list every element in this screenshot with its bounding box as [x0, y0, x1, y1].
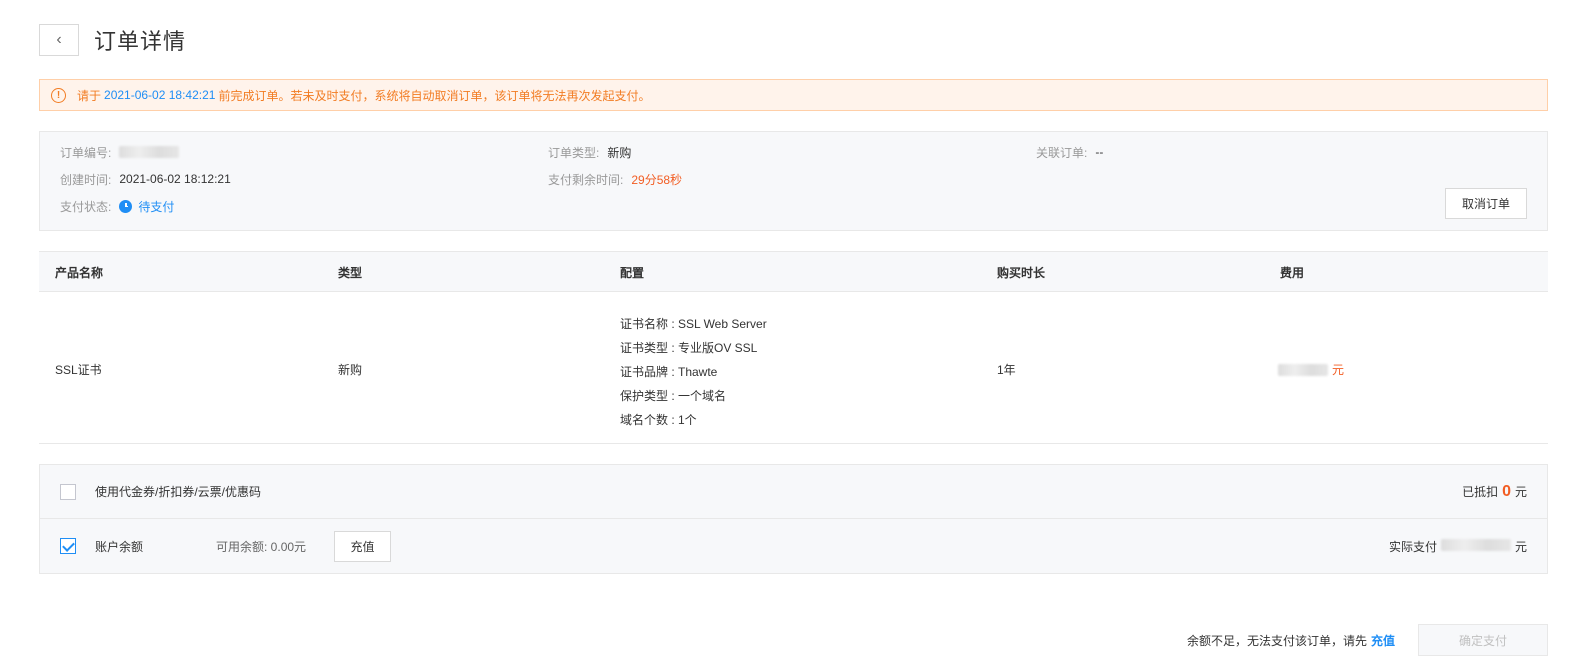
chevron-left-icon: ‹	[56, 31, 62, 48]
config-line: 证书品牌 : Thawte	[620, 365, 718, 379]
cost-redacted	[1278, 363, 1328, 376]
coupon-label: 使用代金券/折扣券/云票/优惠码	[95, 485, 262, 499]
created-row: 创建时间: 2021-06-02 18:12:21	[60, 171, 231, 187]
remaining-label: 支付剩余时间:	[548, 172, 624, 187]
type-label: 订单类型:	[548, 145, 600, 160]
header-type: 类型	[338, 266, 363, 280]
actual-redacted	[1440, 538, 1511, 551]
cancel-order-button[interactable]: 取消订单	[1445, 188, 1527, 219]
product-config: 证书名称 : SSL Web Server 证书类型 : 专业版OV SSL 证…	[620, 312, 767, 432]
order-no-label: 订单编号:	[60, 145, 112, 160]
back-button[interactable]: ‹	[39, 24, 79, 56]
recharge-link[interactable]: 充值	[1371, 632, 1395, 649]
type-row: 订单类型: 新购	[548, 144, 631, 160]
coupon-checkbox[interactable]	[60, 483, 76, 500]
insufficient-balance-message: 余额不足，无法支付该订单，请先	[1186, 633, 1367, 648]
recharge-button[interactable]: 充值	[334, 530, 392, 562]
header-config: 配置	[620, 266, 645, 280]
order-info-panel: 订单编号: 创建时间: 2021-06-02 18:12:21 支付状态: 待支…	[39, 131, 1548, 231]
payment-deadline-notice: ! 请于 2021-06-02 18:42:21 前完成订单。若未及时支付，系统…	[39, 79, 1548, 111]
available-balance: 可用余额: 0.00元	[216, 539, 307, 554]
config-line: 证书名称 : SSL Web Server	[620, 317, 767, 331]
actual-prefix: 实际支付	[1388, 539, 1437, 554]
product-name: SSL证书	[55, 363, 102, 377]
notice-deadline: 2021-06-02 18:42:21	[104, 88, 216, 102]
deducted-value: 0	[1502, 482, 1511, 500]
warning-icon: !	[51, 87, 66, 103]
status-row: 支付状态: 待支付	[60, 198, 174, 214]
page-title: 订单详情	[94, 29, 187, 54]
created-value: 2021-06-02 18:12:21	[119, 172, 231, 186]
notice-suffix: 前完成订单。若未及时支付，系统将自动取消订单，该订单将无法再次发起支付。	[218, 88, 651, 103]
product-cost: 元	[1278, 361, 1344, 378]
related-label: 关联订单:	[1036, 145, 1088, 160]
status-value: 待支付	[138, 199, 175, 214]
deducted-unit: 元	[1514, 484, 1527, 499]
balance-label: 账户余额	[95, 539, 144, 554]
table-row: SSL证书 新购 证书名称 : SSL Web Server 证书类型 : 专业…	[39, 292, 1548, 444]
cost-unit: 元	[1332, 363, 1345, 377]
header-cost: 费用	[1280, 266, 1305, 280]
actual-unit: 元	[1514, 539, 1527, 554]
order-no-redacted	[119, 146, 180, 158]
page-header: ‹ 订单详情	[39, 24, 186, 56]
remaining-row: 支付剩余时间: 29分58秒	[548, 171, 682, 187]
product-duration: 1年	[997, 363, 1016, 377]
header-product: 产品名称	[55, 266, 104, 280]
order-no-row: 订单编号:	[60, 144, 180, 160]
config-line: 保护类型 : 一个域名	[620, 389, 727, 403]
product-type: 新购	[338, 363, 363, 377]
related-value: --	[1095, 145, 1104, 159]
confirm-pay-button[interactable]: 确定支付	[1418, 624, 1548, 656]
remaining-countdown: 29分58秒	[631, 172, 683, 187]
actual-pay-summary: 实际支付 元	[1389, 538, 1527, 555]
coupon-row: 使用代金券/折扣券/云票/优惠码 已抵扣 0 元	[40, 465, 1547, 519]
header-duration: 购买时长	[997, 266, 1046, 280]
related-row: 关联订单: --	[1036, 144, 1103, 160]
footer-bar: 余额不足，无法支付该订单，请先 充值 确定支付	[1187, 624, 1548, 656]
payment-panel: 使用代金券/折扣券/云票/优惠码 已抵扣 0 元 账户余额 可用余额: 0.00…	[39, 464, 1548, 574]
config-line: 域名个数 : 1个	[620, 413, 697, 427]
deducted-prefix: 已抵扣	[1462, 484, 1499, 499]
status-label: 支付状态:	[60, 199, 112, 214]
clock-icon	[119, 199, 133, 213]
deducted-summary: 已抵扣 0 元	[1462, 483, 1527, 501]
created-label: 创建时间:	[60, 172, 112, 187]
product-table: 产品名称 类型 配置 购买时长 费用 SSL证书 新购 证书名称 : SSL W…	[39, 251, 1548, 444]
notice-prefix: 请于	[77, 88, 102, 103]
balance-row: 账户余额 可用余额: 0.00元 充值 实际支付 元	[40, 519, 1547, 573]
type-value: 新购	[607, 145, 632, 160]
balance-checkbox[interactable]	[60, 538, 76, 554]
config-line: 证书类型 : 专业版OV SSL	[620, 341, 758, 355]
table-header: 产品名称 类型 配置 购买时长 费用	[39, 251, 1548, 292]
status-badge: 待支付	[119, 198, 174, 215]
